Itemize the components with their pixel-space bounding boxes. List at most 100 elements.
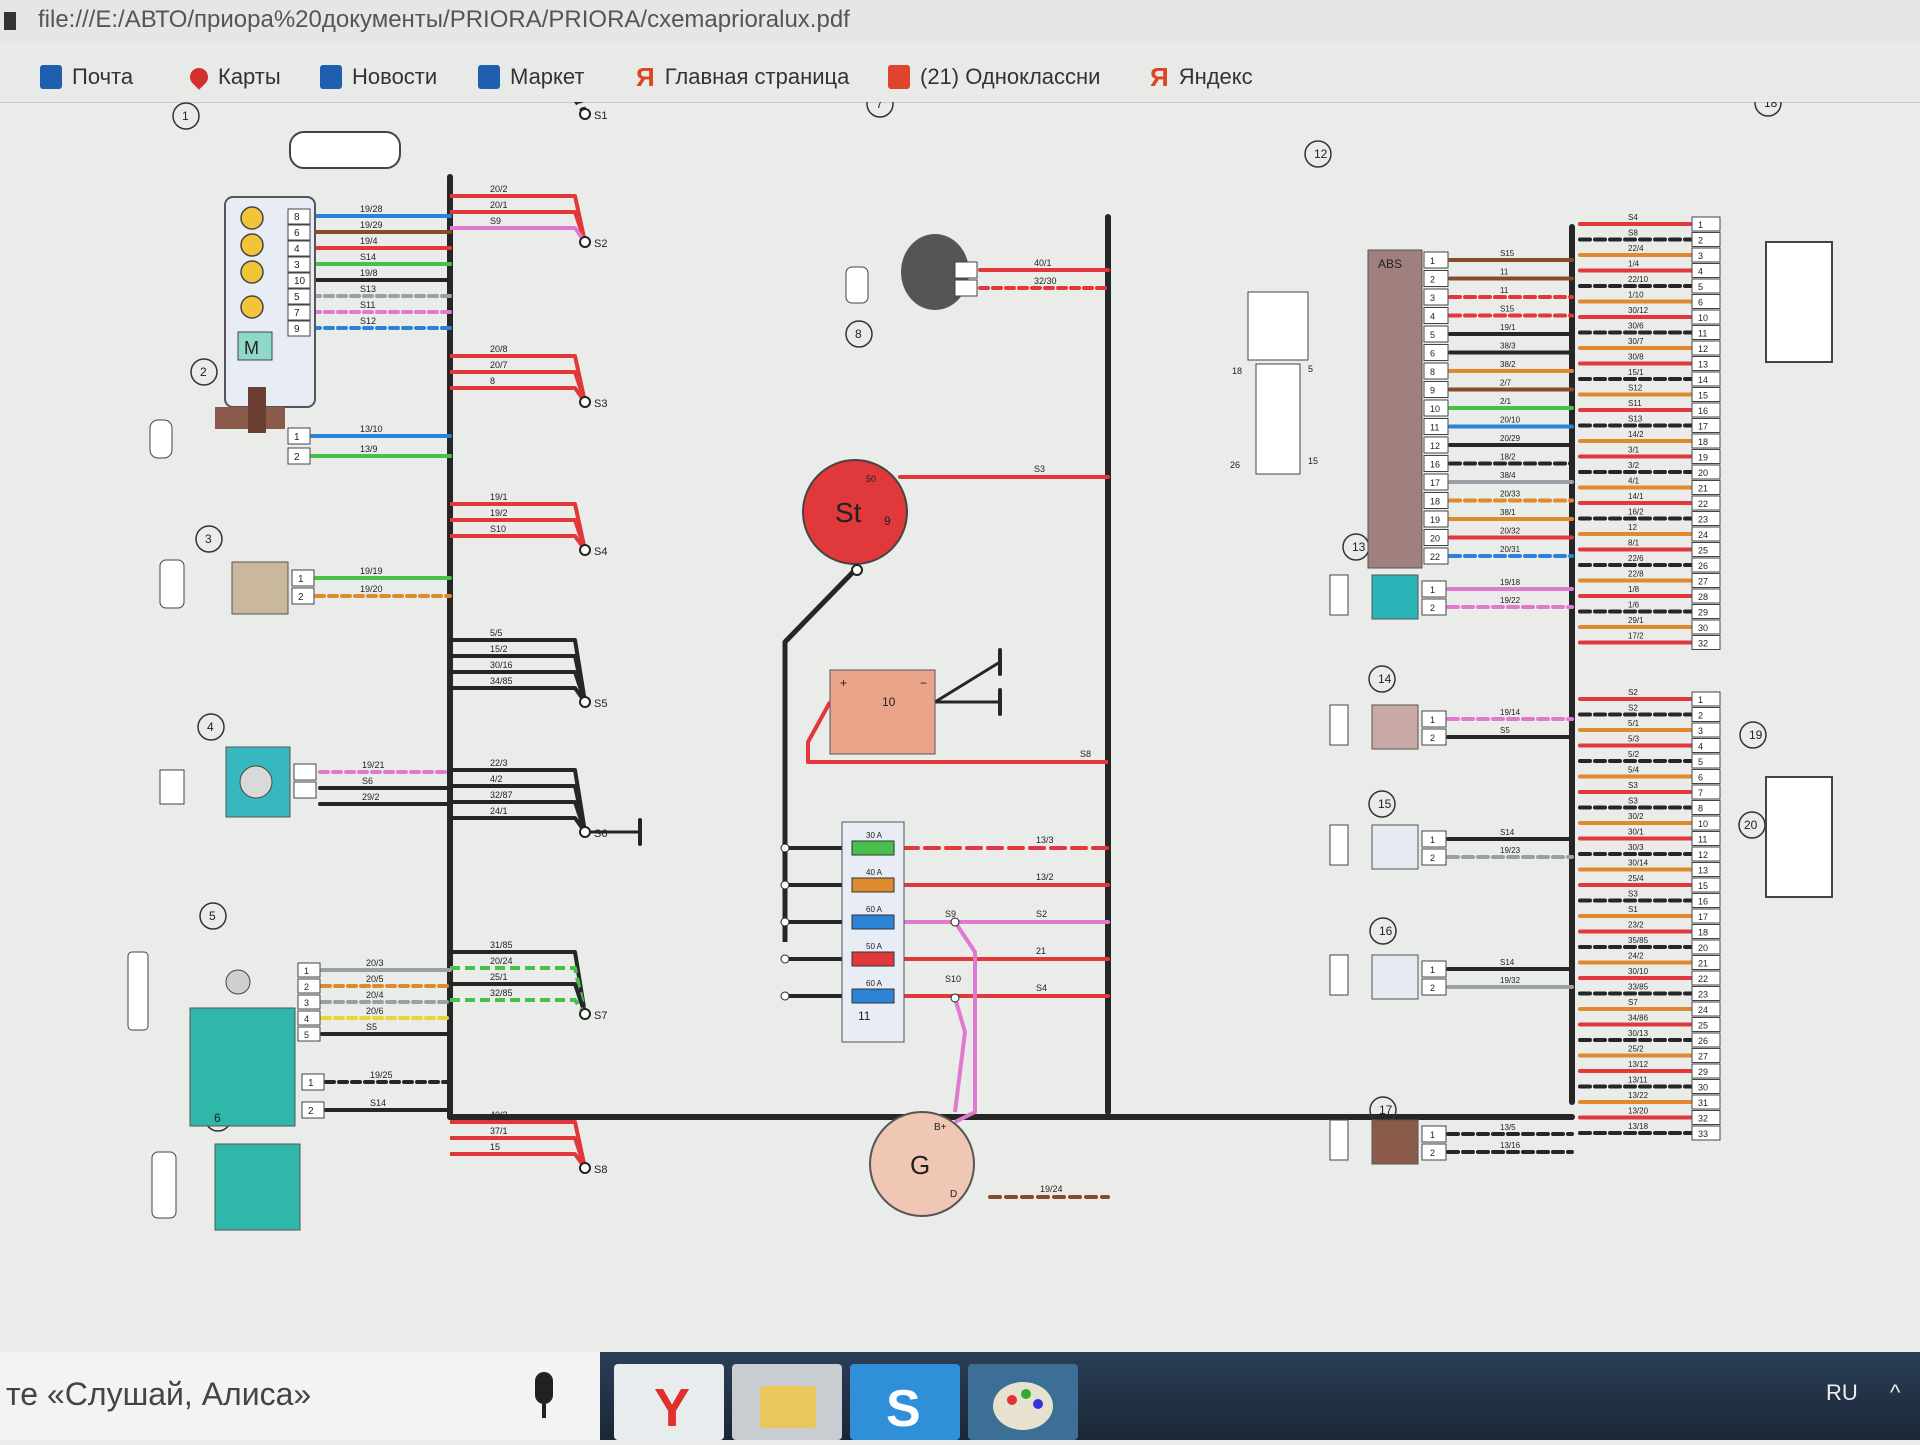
wire-label: 23/2 (1628, 921, 1644, 930)
pin-label: 2 (1430, 1148, 1435, 1158)
wire-label: S11 (1628, 399, 1642, 408)
wire-label: 19/32 (1500, 976, 1521, 985)
component-number-label: 14 (1378, 672, 1392, 686)
address-text[interactable]: file:///E:/АВТО/приора%20документы/PRIOR… (38, 6, 850, 34)
pin-label: 17 (1698, 422, 1708, 432)
connector-pictogram-19 (1765, 241, 1833, 363)
pin-label: 3 (1430, 293, 1435, 303)
yandex-browser-app[interactable]: Y (614, 1364, 724, 1440)
bookmark-market[interactable]: Маркет (478, 62, 585, 92)
pin-label: 4 (304, 1014, 309, 1024)
wire-label: 20/24 (490, 956, 513, 966)
battery-plus: + (840, 676, 847, 690)
component-number-label: 2 (200, 365, 207, 379)
splice-label: S3 (594, 398, 607, 410)
wire-label: 30/10 (1628, 967, 1649, 976)
wire-label: 31/85 (490, 940, 513, 950)
pin-label: 27 (1698, 577, 1708, 587)
bookmark-pochta[interactable]: Почта (40, 62, 133, 92)
pin-box (954, 261, 978, 279)
bookmark-glavnaya[interactable]: Я Главная страница (636, 62, 849, 92)
wire-label: S10 (490, 524, 506, 534)
pin-label: 6 (1698, 773, 1703, 783)
pin-box (1691, 294, 1721, 309)
taskbar-search[interactable]: те «Слушай, Алиса» (0, 1352, 600, 1440)
generator-wire (953, 997, 967, 1113)
microphone-stem (542, 1404, 546, 1418)
abs-module (1367, 249, 1423, 569)
wire-label: 5/2 (1628, 750, 1640, 759)
pin-label: 22 (1430, 552, 1440, 562)
pin-label: 20 (1430, 534, 1440, 544)
pin-label: 1 (1430, 835, 1435, 845)
connector-pictogram (1329, 704, 1349, 746)
pin-label: 4 (294, 244, 300, 255)
bookmark-label: Яндекс (1178, 64, 1253, 89)
bookmarks-bar: Почта Карты Новости Маркет Я Главная стр… (0, 50, 1920, 103)
pin-label: 18 (1430, 497, 1440, 507)
splice-node (579, 696, 591, 708)
pin-label: 3 (304, 998, 309, 1008)
wire-label: 1/6 (1628, 601, 1640, 610)
pin-box (1691, 232, 1721, 247)
pin-label: 1 (298, 574, 304, 585)
wire-label: S3 (1628, 890, 1638, 899)
component-number-label: 13 (1352, 540, 1366, 554)
splice-node (579, 826, 591, 838)
wire-label: 17/2 (1628, 632, 1644, 641)
pin-label: 25 (1698, 546, 1708, 556)
bookmark-karty[interactable]: Карты (186, 62, 281, 92)
pin-label: 12 (1430, 441, 1440, 451)
starter-pin-label: 50 (866, 474, 876, 484)
doc-icon (40, 65, 62, 89)
motor-label: M (244, 338, 259, 358)
wire-label: 20/6 (366, 1006, 384, 1016)
tray-chevron-icon[interactable]: ^ (1890, 1380, 1900, 1406)
address-bar[interactable]: file:///E:/АВТО/приора%20документы/PRIOR… (0, 0, 1920, 44)
wire-label: 32/85 (490, 988, 513, 998)
splice-wire (450, 226, 587, 244)
pin-box (1423, 270, 1449, 287)
skype-app[interactable]: S (850, 1364, 960, 1440)
pin-label: 1 (1698, 220, 1703, 230)
pin-label: 21 (1698, 959, 1708, 969)
microphone-icon[interactable] (535, 1372, 553, 1404)
pin-label: 24 (1698, 530, 1708, 540)
paint-app[interactable] (968, 1364, 1078, 1440)
wire-label: S11 (360, 300, 375, 310)
wire-label: 5/5 (490, 628, 503, 638)
input-language[interactable]: RU (1826, 1380, 1858, 1406)
component-number-label: 3 (205, 532, 212, 546)
wire-label: 20/7 (490, 360, 508, 370)
pin-label: 33 (1698, 1129, 1708, 1139)
splice-wire (450, 816, 587, 834)
pin-box (1423, 325, 1449, 343)
fuse-icon (851, 951, 895, 967)
pin-label: 1 (1698, 695, 1703, 705)
bookmark-yandex[interactable]: Я Яндекс (1150, 62, 1253, 92)
splice-node (950, 917, 960, 927)
component-number-label: 20 (1744, 818, 1758, 832)
pin-label: 30 (1698, 1083, 1708, 1093)
generator-label: G (910, 1150, 930, 1180)
pin-label: 21 (1698, 484, 1708, 494)
yandex-icon: Я (1150, 61, 1169, 92)
bookmark-odnoklassniki[interactable]: (21) Одноклассни (888, 62, 1100, 92)
component-number-label: 1 (182, 109, 189, 123)
pin-label: 2 (1430, 603, 1435, 613)
pin-label: 3 (1698, 251, 1703, 261)
bookmark-novosti[interactable]: Новости (320, 62, 437, 92)
connector-pictogram (845, 266, 869, 304)
wire-label: S2 (1628, 704, 1638, 713)
splice-wire (450, 998, 587, 1016)
component-body (1371, 954, 1419, 1000)
file-explorer-app[interactable] (732, 1364, 842, 1440)
pin-box (1691, 800, 1721, 815)
pin-label: 2 (294, 452, 300, 463)
wire-label: 19/2 (490, 508, 508, 518)
pin-label: 15 (1698, 881, 1708, 891)
wire-label: 22/3 (490, 758, 508, 768)
pin-label: 11 (1698, 835, 1707, 845)
wire-label: 5/1 (1628, 719, 1640, 728)
pin-label: 16 (1698, 897, 1708, 907)
